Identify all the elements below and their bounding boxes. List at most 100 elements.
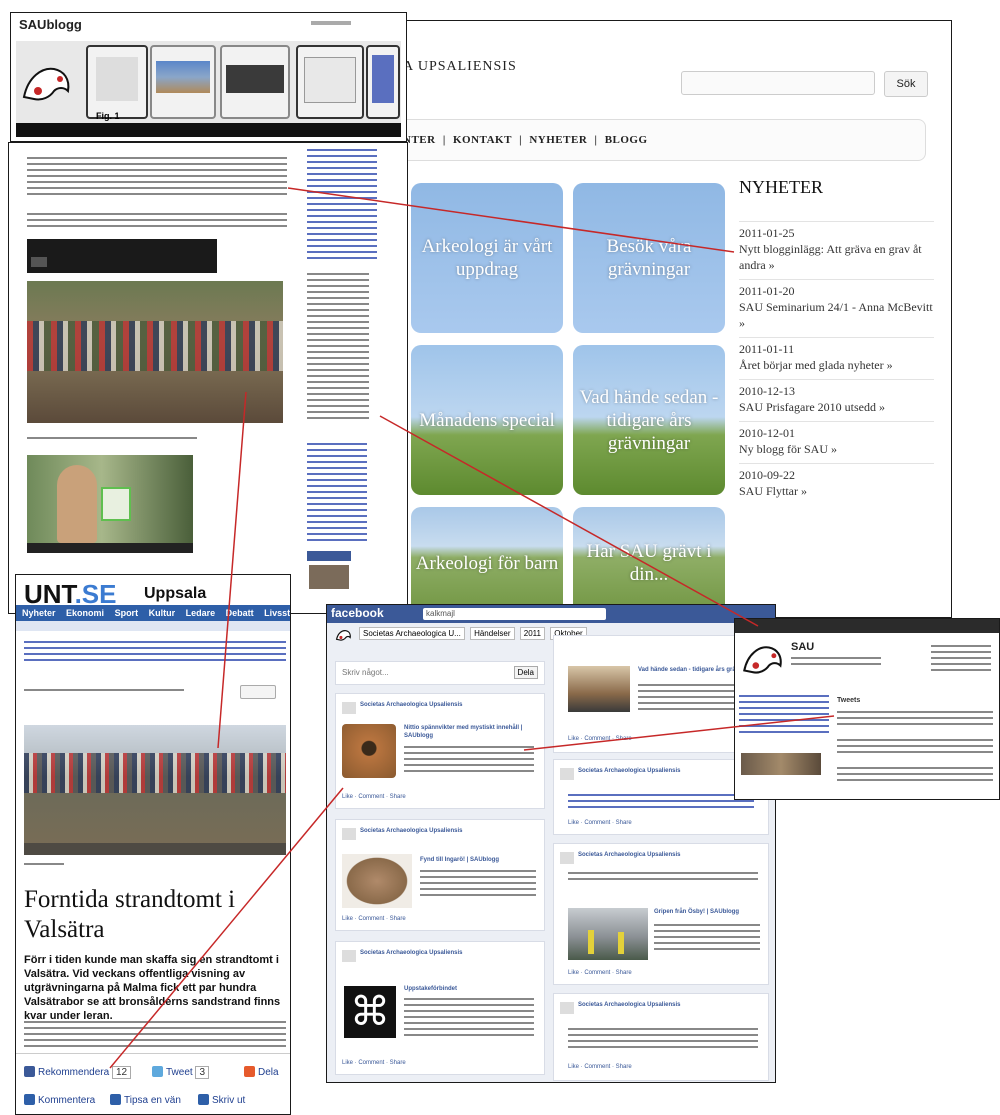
post-author[interactable]: Societas Archaeologica Upsaliensis <box>578 852 681 858</box>
sau-logo <box>20 57 76 109</box>
article-meta <box>24 689 184 693</box>
post-link[interactable] <box>568 794 754 808</box>
news-date: 2011-01-25 <box>739 226 795 240</box>
news-item[interactable]: 2011-01-20 SAU Seminarium 24/1 - Anna McB… <box>739 279 934 337</box>
news-date: 2010-09-22 <box>739 468 795 482</box>
unt-subnav[interactable] <box>16 621 290 631</box>
search-button[interactable]: Sök <box>884 71 928 97</box>
unt-topic-links[interactable] <box>24 641 286 665</box>
post-author[interactable]: Societas Archaeologica Upsaliensis <box>578 1002 681 1008</box>
tile-vad-hande-sedan[interactable]: Vad hände sedan - tidigare års grävninga… <box>573 345 725 495</box>
mail-icon <box>110 1094 121 1105</box>
page-avatar <box>342 828 356 840</box>
video-thumbnail[interactable] <box>27 455 193 553</box>
news-item[interactable]: 2010-09-22 SAU Flyttar » <box>739 463 934 505</box>
news-item[interactable]: 2011-01-11 Året börjar med glada nyheter … <box>739 337 934 379</box>
profile-links[interactable] <box>739 695 829 735</box>
post-text <box>568 1028 758 1052</box>
slide-strip: Fig. 1 <box>16 41 401 123</box>
unt-nav-item[interactable]: Kultur <box>149 608 176 618</box>
post-link-title[interactable]: Nittio spännvikter med mystiskt innehåll… <box>404 724 536 740</box>
tile-besok-gravningar[interactable]: Besök våra grävningar <box>573 183 725 333</box>
post-text <box>27 157 287 197</box>
sau-logo <box>741 637 787 681</box>
news-date: 2011-01-20 <box>739 284 795 298</box>
blog-header-screenshot: SAUblogg Fig. 1 <box>10 12 407 142</box>
unt-nav-item[interactable]: Nyheter <box>22 608 56 618</box>
tile-manadens-special[interactable]: Månadens special <box>411 345 563 495</box>
facebook-icon <box>24 1066 35 1077</box>
post-actions[interactable]: Like · Comment · Share <box>568 970 632 976</box>
news-title[interactable]: Året börjar med glada nyheter » <box>739 357 934 373</box>
facebook-post: Societas Archaeologica Upsaliensis Nitti… <box>335 693 545 809</box>
video-player[interactable] <box>27 239 217 273</box>
tile-har-sau-gravt[interactable]: Har SAU grävt i din... <box>573 507 725 617</box>
tile-arkeologi-barn[interactable]: Arkeologi för barn <box>411 507 563 617</box>
search-input[interactable] <box>681 71 875 95</box>
post-link-title[interactable]: Gripen från Ösby! | SAUblogg <box>654 908 762 916</box>
news-list: 2011-01-25 Nytt blogginlägg: Att gräva en… <box>739 221 934 505</box>
like-button[interactable] <box>240 685 276 699</box>
post-actions[interactable]: Like · Comment · Share <box>342 794 406 800</box>
unt-nav-item[interactable]: Livsstil <box>264 608 290 618</box>
news-item[interactable]: 2010-12-01 Ny blogg för SAU » <box>739 421 934 463</box>
tweet-button[interactable]: Tweet 3 <box>152 1066 210 1079</box>
article-lede: Förr i tiden kunde man skaffa sig en str… <box>24 954 281 1022</box>
sidebar-links[interactable] <box>307 443 367 543</box>
print-button[interactable]: Skriv ut <box>198 1094 245 1106</box>
tile-arkeologi-uppdrag[interactable]: Arkeologi är vårt uppdrag <box>411 183 563 333</box>
post-actions[interactable]: Like · Comment · Share <box>568 736 632 742</box>
post-author[interactable]: Societas Archaeologica Upsaliensis <box>578 768 681 774</box>
filter-page[interactable]: Societas Archaeologica U... <box>359 627 465 640</box>
unt-nav-item[interactable]: Ledare <box>186 608 216 618</box>
news-item[interactable]: 2011-01-25 Nytt blogginlägg: Att gräva en… <box>739 221 934 279</box>
sau-logo <box>335 627 353 643</box>
photo-slide <box>220 45 290 119</box>
play-icon[interactable] <box>31 257 47 267</box>
post-actions[interactable]: Like · Comment · Share <box>568 1064 632 1070</box>
comment-icon <box>24 1094 35 1105</box>
post-actions[interactable]: Like · Comment · Share <box>568 820 632 826</box>
news-title[interactable]: SAU Prisfagare 2010 utsedd » <box>739 399 934 415</box>
recommend-button[interactable]: Rekommendera 12 <box>24 1066 132 1079</box>
post-actions[interactable]: Like · Comment · Share <box>342 1060 406 1066</box>
comment-button[interactable]: Kommentera <box>24 1094 95 1106</box>
filter-year[interactable]: 2011 <box>519 627 545 640</box>
post-link-title[interactable]: Uppstakeförbindet <box>404 986 536 992</box>
post-author[interactable]: Societas Archaeologica Upsaliensis <box>360 828 463 834</box>
excavation-photo <box>568 908 648 960</box>
blog-nav-bar[interactable] <box>16 123 401 137</box>
share-button[interactable]: Dela <box>244 1066 279 1078</box>
news-title[interactable]: SAU Flyttar » <box>739 483 934 499</box>
facebook-search[interactable]: kalkmajl <box>423 608 606 620</box>
nav-divider: | <box>594 134 598 146</box>
unt-nav-item[interactable]: Ekonomi <box>66 608 104 618</box>
news-item[interactable]: 2010-12-13 SAU Prisfagare 2010 utsedd » <box>739 379 934 421</box>
facebook-post: Societas Archaeologica Upsaliensis Like … <box>553 993 769 1081</box>
unt-nav-item[interactable]: Debatt <box>226 608 254 618</box>
post-link-title[interactable]: Fynd till Ingarö! | SAUblogg <box>420 856 538 864</box>
nav-item-blogg[interactable]: BLOGG <box>605 134 648 146</box>
unt-nav-item[interactable]: Sport <box>115 608 139 618</box>
news-date: 2010-12-13 <box>739 384 795 398</box>
tip-friend-button[interactable]: Tipsa en vän <box>110 1094 181 1106</box>
filter-type[interactable]: Händelser <box>470 627 515 640</box>
nav-divider: | <box>442 134 446 146</box>
post-author[interactable]: Societas Archaeologica Upsaliensis <box>360 702 463 708</box>
news-title[interactable]: SAU Seminarium 24/1 - Anna McBevitt » <box>739 299 934 331</box>
news-title[interactable]: Ny blogg för SAU » <box>739 441 934 457</box>
blog-post-screenshot <box>8 142 408 614</box>
sidebar-links[interactable] <box>307 149 377 259</box>
post-author[interactable]: Societas Archaeologica Upsaliensis <box>360 950 463 956</box>
news-title[interactable]: Nytt blogginlägg: Att gräva en grav åt a… <box>739 241 934 273</box>
twitter-icon <box>152 1066 163 1077</box>
nav-item-kontakt[interactable]: KONTAKT <box>453 134 512 146</box>
post-actions[interactable]: Like · Comment · Share <box>342 916 406 922</box>
tweet <box>837 767 993 785</box>
facebook-logo[interactable]: facebook <box>331 606 384 620</box>
profile-bio <box>791 657 881 667</box>
main-nav: NTER | KONTAKT | NYHETER | BLOGG <box>403 119 926 161</box>
nav-item-nyheter[interactable]: NYHETER <box>529 134 587 146</box>
post-button[interactable]: Dela <box>513 666 538 679</box>
status-composer[interactable]: Skriv något... Dela <box>335 661 545 685</box>
